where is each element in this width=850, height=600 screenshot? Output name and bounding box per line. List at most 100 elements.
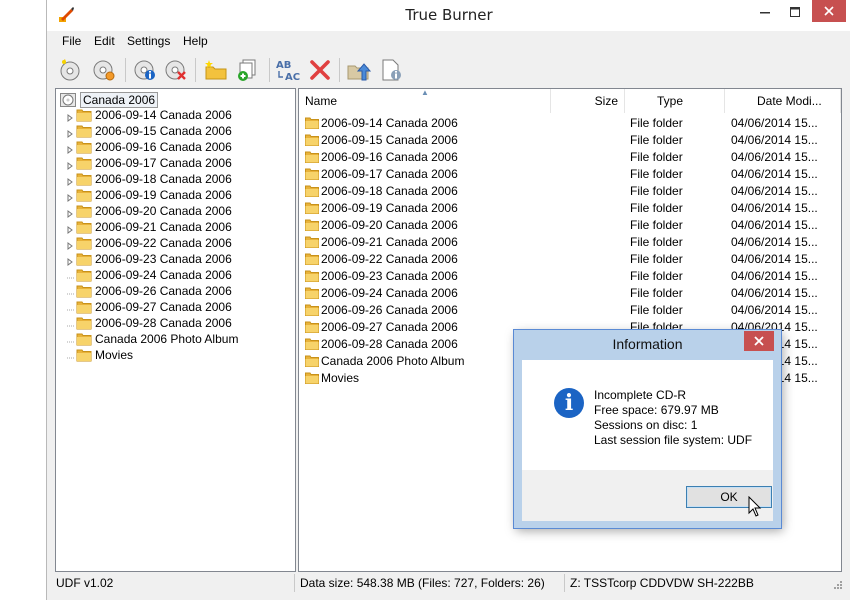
tree-item[interactable]: Canada 2006 Photo Album bbox=[66, 331, 238, 347]
list-item-type: File folder bbox=[630, 201, 683, 215]
tree-item-label: 2006-09-27 Canada 2006 bbox=[95, 300, 232, 314]
column-header-size[interactable]: Size bbox=[551, 89, 625, 113]
tree-item[interactable]: 2006-09-17 Canada 2006 bbox=[66, 155, 232, 171]
disc-options-icon[interactable] bbox=[91, 56, 117, 84]
delete-icon[interactable] bbox=[307, 56, 333, 84]
list-item-type: File folder bbox=[630, 218, 683, 232]
expand-arrow-icon[interactable] bbox=[66, 143, 74, 154]
list-item[interactable]: 2006-09-19 Canada 2006 File folder 04/06/2… bbox=[305, 200, 835, 217]
tree-item[interactable]: 2006-09-27 Canada 2006 bbox=[66, 299, 232, 315]
toolbar: AB AC bbox=[47, 52, 850, 88]
folder-tree[interactable]: Canada 2006 2006-09-14 Canada 2006 2006-0… bbox=[55, 88, 296, 572]
erase-disc-icon[interactable] bbox=[163, 56, 189, 84]
folder-icon bbox=[305, 338, 319, 353]
minimize-button[interactable] bbox=[750, 0, 780, 24]
list-item-date: 04/06/2014 15... bbox=[731, 286, 818, 300]
tree-item[interactable]: 2006-09-15 Canada 2006 bbox=[66, 123, 232, 139]
add-files-icon[interactable] bbox=[235, 56, 261, 84]
list-item-name: 2006-09-18 Canada 2006 bbox=[321, 184, 458, 198]
disc-icon bbox=[60, 93, 76, 107]
tree-item[interactable]: 2006-09-23 Canada 2006 bbox=[66, 251, 232, 267]
list-item[interactable]: 2006-09-14 Canada 2006 File folder 04/06/2… bbox=[305, 115, 835, 132]
menu-file[interactable]: File bbox=[62, 34, 81, 48]
expand-arrow-icon[interactable] bbox=[66, 111, 74, 122]
up-folder-icon[interactable] bbox=[346, 56, 372, 84]
expand-arrow-icon[interactable] bbox=[66, 191, 74, 202]
new-folder-icon[interactable] bbox=[203, 56, 229, 84]
list-item-type: File folder bbox=[630, 286, 683, 300]
list-item-type: File folder bbox=[630, 133, 683, 147]
list-item-type: File folder bbox=[630, 303, 683, 317]
expand-arrow-icon[interactable] bbox=[66, 239, 74, 250]
column-header-type[interactable]: Type bbox=[625, 89, 725, 113]
expand-arrow-icon[interactable] bbox=[66, 175, 74, 186]
tree-line bbox=[66, 287, 74, 295]
list-item[interactable]: 2006-09-21 Canada 2006 File folder 04/06/2… bbox=[305, 234, 835, 251]
new-disc-icon[interactable] bbox=[57, 56, 83, 84]
tree-item[interactable]: 2006-09-22 Canada 2006 bbox=[66, 235, 232, 251]
rename-icon[interactable]: AB AC bbox=[275, 56, 301, 84]
expand-arrow-icon[interactable] bbox=[66, 127, 74, 138]
disc-info-icon[interactable] bbox=[132, 56, 158, 84]
folder-icon bbox=[305, 372, 319, 387]
info-icon: i bbox=[554, 388, 584, 418]
tree-item-label: 2006-09-20 Canada 2006 bbox=[95, 204, 232, 218]
folder-icon bbox=[305, 134, 319, 149]
list-item-name: 2006-09-22 Canada 2006 bbox=[321, 252, 458, 266]
list-item[interactable]: 2006-09-24 Canada 2006 File folder 04/06/2… bbox=[305, 285, 835, 302]
close-button[interactable] bbox=[812, 0, 846, 22]
menu-edit[interactable]: Edit bbox=[94, 34, 115, 48]
list-item-date: 04/06/2014 15... bbox=[731, 218, 818, 232]
list-item[interactable]: 2006-09-22 Canada 2006 File folder 04/06/2… bbox=[305, 251, 835, 268]
tree-item[interactable]: 2006-09-26 Canada 2006 bbox=[66, 283, 232, 299]
list-item-name: 2006-09-16 Canada 2006 bbox=[321, 150, 458, 164]
tree-line bbox=[66, 335, 74, 343]
menu-help[interactable]: Help bbox=[183, 34, 208, 48]
tree-item[interactable]: Movies bbox=[66, 347, 133, 363]
tree-item[interactable]: 2006-09-16 Canada 2006 bbox=[66, 139, 232, 155]
expand-arrow-icon[interactable] bbox=[66, 255, 74, 266]
expand-arrow-icon[interactable] bbox=[66, 159, 74, 170]
list-item[interactable]: 2006-09-26 Canada 2006 File folder 04/06/2… bbox=[305, 302, 835, 319]
tree-item[interactable]: 2006-09-24 Canada 2006 bbox=[66, 267, 232, 283]
list-item[interactable]: 2006-09-18 Canada 2006 File folder 04/06/2… bbox=[305, 183, 835, 200]
folder-icon bbox=[76, 124, 92, 138]
folder-icon bbox=[76, 140, 92, 154]
list-item[interactable]: 2006-09-16 Canada 2006 File folder 04/06/2… bbox=[305, 149, 835, 166]
list-item-name: 2006-09-20 Canada 2006 bbox=[321, 218, 458, 232]
column-header-date-modified[interactable]: Date Modi... bbox=[725, 89, 841, 113]
folder-icon bbox=[305, 117, 319, 132]
dialog-close-button[interactable] bbox=[744, 331, 774, 351]
folder-icon bbox=[305, 304, 319, 319]
folder-icon bbox=[76, 220, 92, 234]
column-header-name[interactable]: Name ▲ bbox=[299, 89, 551, 113]
tree-item[interactable]: 2006-09-28 Canada 2006 bbox=[66, 315, 232, 331]
list-item[interactable]: 2006-09-20 Canada 2006 File folder 04/06/2… bbox=[305, 217, 835, 234]
toolbar-separator bbox=[269, 58, 270, 82]
tree-item[interactable]: 2006-09-21 Canada 2006 bbox=[66, 219, 232, 235]
tree-item[interactable]: 2006-09-14 Canada 2006 bbox=[66, 107, 232, 123]
tree-root[interactable]: Canada 2006 bbox=[60, 92, 159, 108]
folder-icon bbox=[76, 332, 92, 346]
list-item-name: 2006-09-28 Canada 2006 bbox=[321, 337, 458, 351]
expand-arrow-icon[interactable] bbox=[66, 223, 74, 234]
status-data-size: Data size: 548.38 MB (Files: 727, Folder… bbox=[300, 576, 545, 590]
list-item[interactable]: 2006-09-17 Canada 2006 File folder 04/06/2… bbox=[305, 166, 835, 183]
list-item[interactable]: 2006-09-23 Canada 2006 File folder 04/06/2… bbox=[305, 268, 835, 285]
tree-item-label: 2006-09-14 Canada 2006 bbox=[95, 108, 232, 122]
tree-item[interactable]: 2006-09-20 Canada 2006 bbox=[66, 203, 232, 219]
tree-item[interactable]: 2006-09-19 Canada 2006 bbox=[66, 187, 232, 203]
tree-line bbox=[66, 271, 74, 279]
menu-settings[interactable]: Settings bbox=[127, 34, 170, 48]
menu-bar: File Edit Settings Help bbox=[47, 31, 850, 51]
properties-icon[interactable] bbox=[378, 56, 404, 84]
status-bar: UDF v1.02 Data size: 548.38 MB (Files: 7… bbox=[47, 572, 850, 600]
folder-icon bbox=[305, 355, 319, 370]
maximize-button[interactable] bbox=[780, 0, 810, 24]
expand-arrow-icon[interactable] bbox=[66, 207, 74, 218]
dialog-body: i Incomplete CD-R Free space: 679.97 MB … bbox=[522, 360, 773, 470]
list-item-date: 04/06/2014 15... bbox=[731, 184, 818, 198]
resize-grip-icon[interactable] bbox=[831, 580, 843, 595]
list-item[interactable]: 2006-09-15 Canada 2006 File folder 04/06/2… bbox=[305, 132, 835, 149]
tree-item[interactable]: 2006-09-18 Canada 2006 bbox=[66, 171, 232, 187]
